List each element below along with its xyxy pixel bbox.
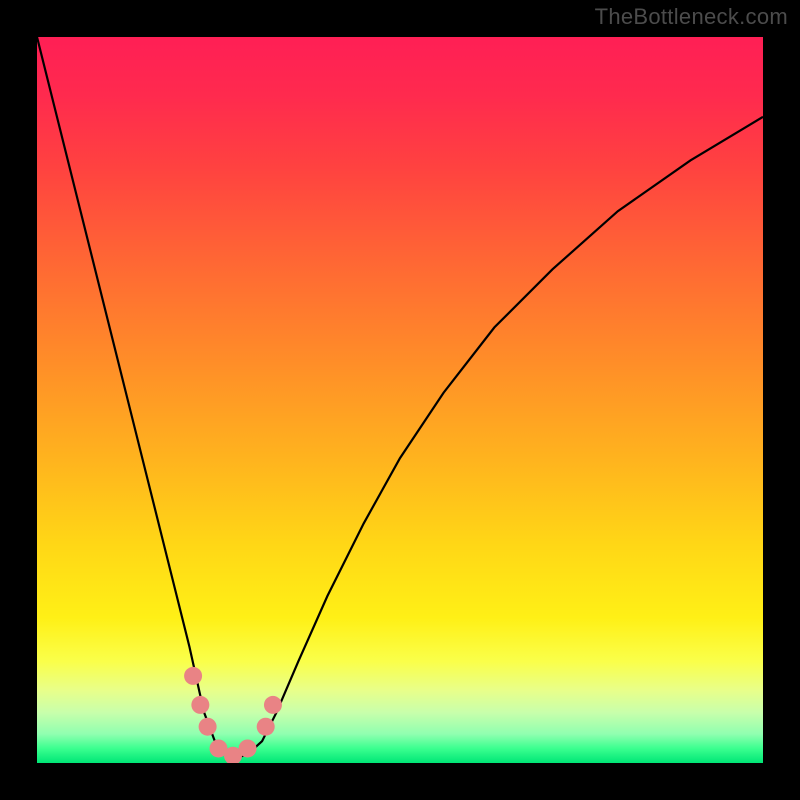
- bottleneck-curve-svg: [37, 37, 763, 763]
- curve-marker: [199, 718, 217, 736]
- bottleneck-curve: [37, 37, 763, 758]
- curve-marker: [257, 718, 275, 736]
- curve-marker: [184, 667, 202, 685]
- chart-frame: TheBottleneck.com: [0, 0, 800, 800]
- curve-marker: [191, 696, 209, 714]
- watermark-text: TheBottleneck.com: [595, 4, 788, 30]
- plot-area: [37, 37, 763, 763]
- curve-marker: [239, 739, 257, 757]
- curve-marker: [264, 696, 282, 714]
